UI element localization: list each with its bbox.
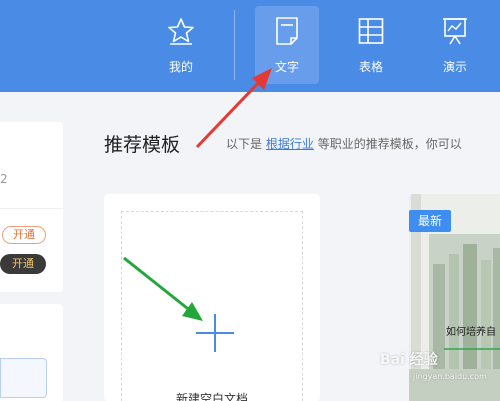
desc-suffix: 等职业的推荐模板，你可以	[317, 137, 462, 151]
star-icon	[168, 18, 194, 45]
activate-dark-button[interactable]: 开通	[0, 254, 46, 274]
watermark-logo: Bai 经验	[380, 352, 438, 368]
desc-prefix: 以下是	[226, 137, 263, 151]
document-icon	[276, 17, 298, 45]
new-blank-document-card[interactable]: 新建空白文档	[104, 194, 320, 401]
industry-link[interactable]: 根据行业	[266, 137, 314, 151]
dashed-border: 新建空白文档	[121, 211, 303, 401]
nav-label-mine: 我的	[168, 60, 193, 74]
nav-item-mine[interactable]: 我的	[149, 6, 213, 84]
top-nav-bar: 我的 文字 表格 演示	[0, 0, 500, 92]
plus-icon	[196, 314, 234, 352]
nav-divider	[234, 10, 235, 80]
template-title: 如何培养自	[446, 327, 496, 338]
nav-label-table: 表格	[358, 60, 383, 74]
nav-label-presentation: 演示	[442, 60, 467, 74]
side-input-box[interactable]	[0, 358, 47, 398]
nav-item-text[interactable]: 文字	[255, 6, 319, 84]
account-number: 2	[0, 172, 8, 186]
section-description: 以下是 根据行业 等职业的推荐模板，你可以	[226, 135, 462, 152]
nav-item-presentation[interactable]: 演示	[423, 6, 487, 84]
section-title: 推荐模板	[104, 134, 181, 156]
presentation-icon	[443, 18, 467, 45]
nav-label-text: 文字	[274, 60, 299, 74]
divider	[0, 208, 63, 209]
new-badge: 最新	[409, 210, 451, 232]
watermark-url: jingyan.baidu.com	[413, 372, 487, 381]
activate-outline-button[interactable]: 开通	[2, 226, 46, 244]
table-icon	[358, 18, 384, 44]
new-blank-document-label: 新建空白文档	[175, 392, 248, 401]
nav-item-table[interactable]: 表格	[339, 6, 403, 84]
